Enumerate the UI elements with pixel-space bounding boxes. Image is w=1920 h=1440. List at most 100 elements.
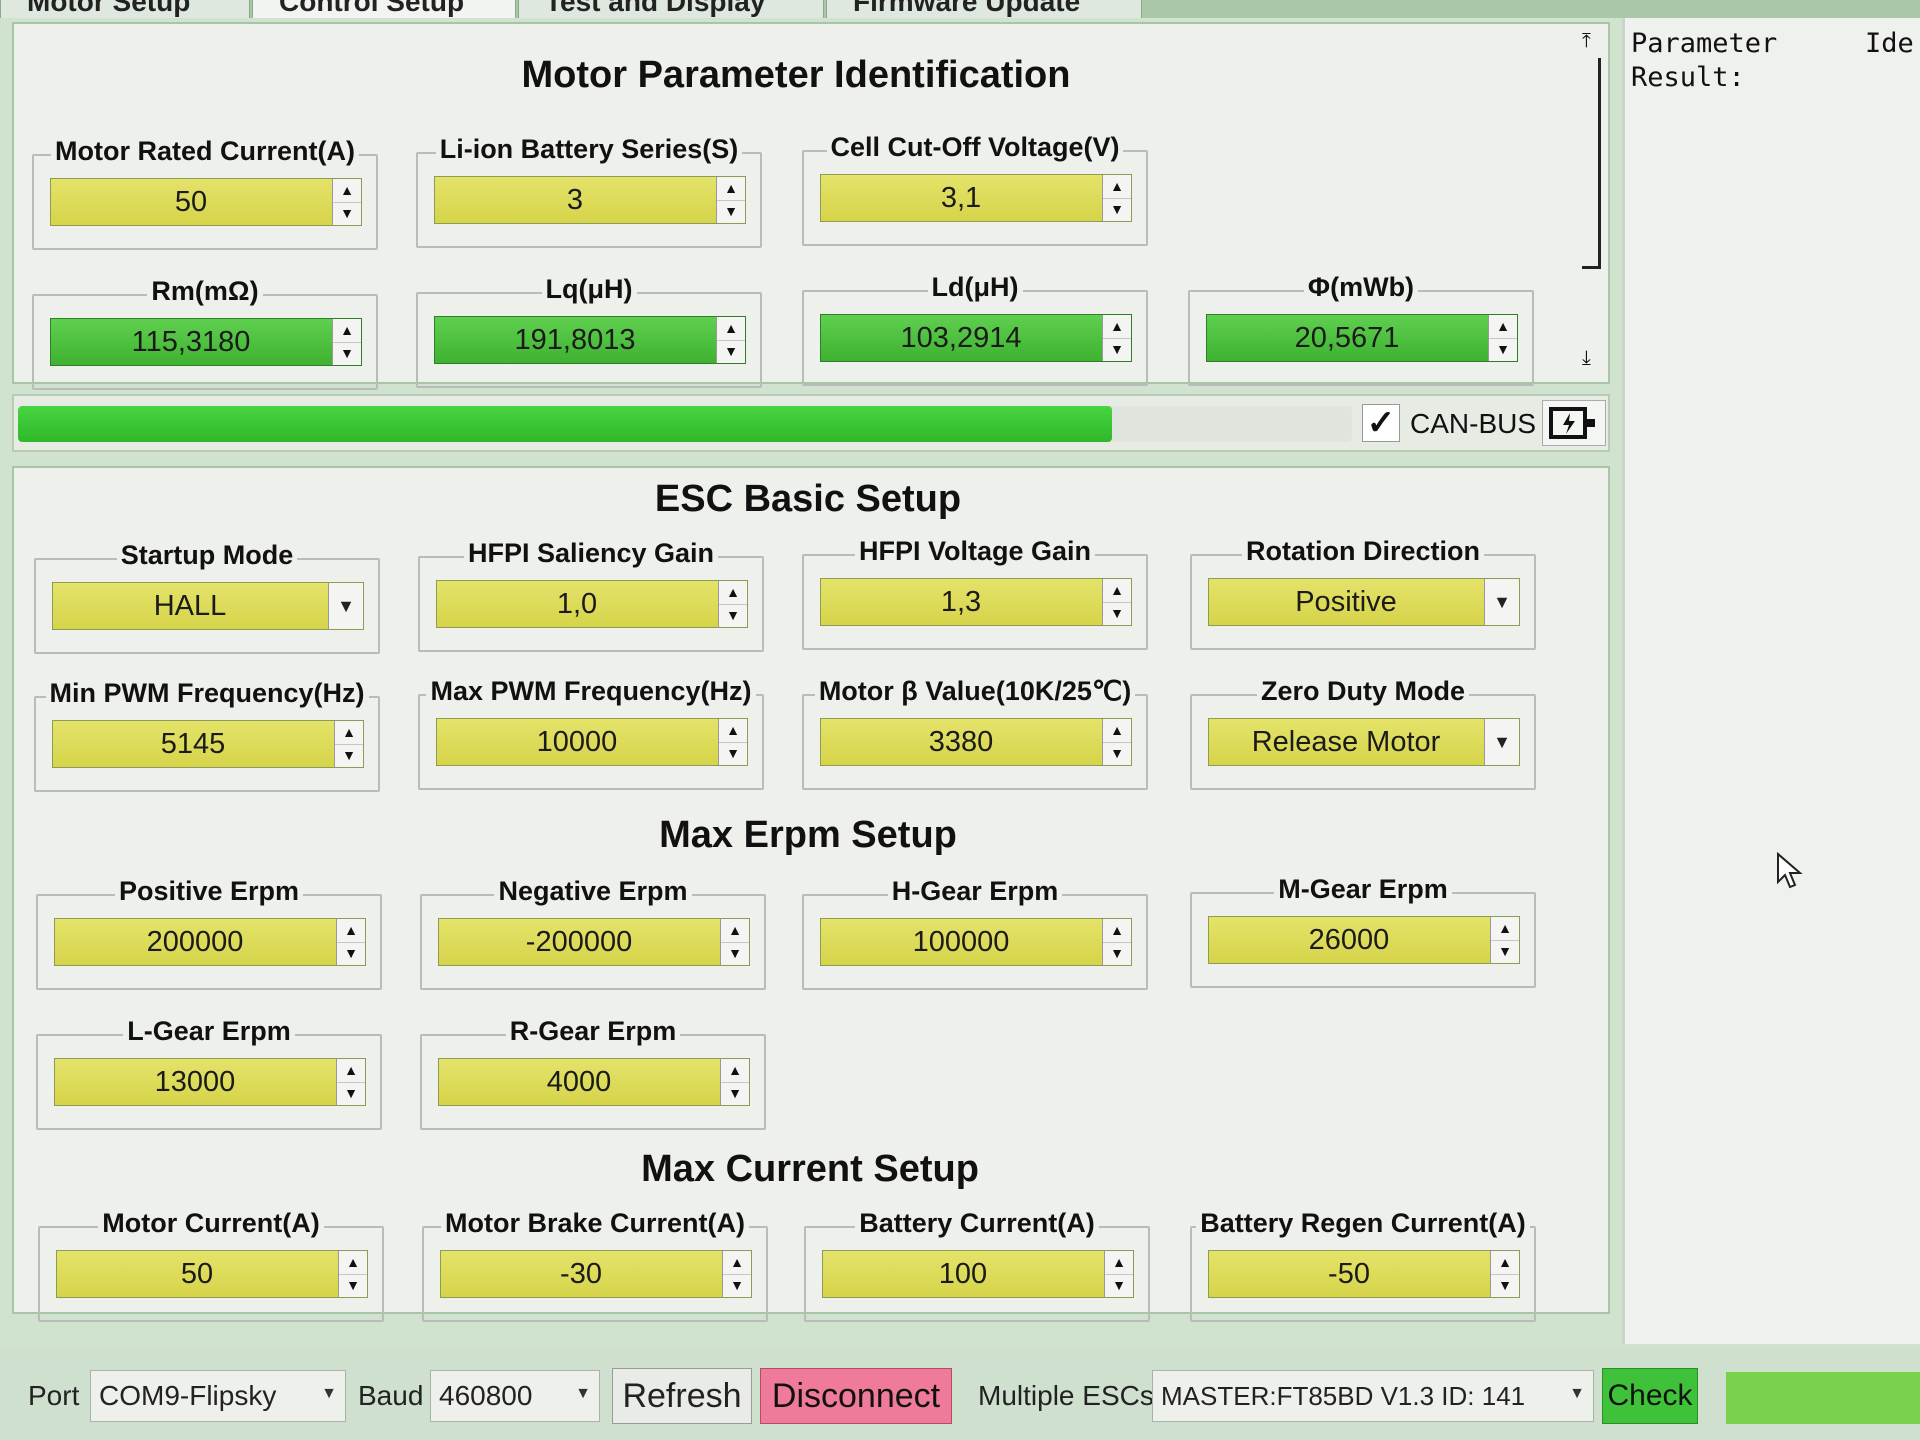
spin-down-icon[interactable]: ▼	[721, 1082, 749, 1105]
spin-buttons[interactable]: ▲ ▼	[336, 1059, 365, 1105]
esc-select[interactable]: MASTER:FT85BD V1.3 ID: 141 ▼	[1152, 1370, 1594, 1422]
spin-buttons[interactable]: ▲ ▼	[1102, 315, 1131, 361]
spin-up-icon[interactable]: ▲	[721, 919, 749, 943]
motor-current-spinbox[interactable]: 50 ▲ ▼	[56, 1250, 368, 1298]
spin-up-icon[interactable]: ▲	[1103, 175, 1131, 199]
spin-buttons[interactable]: ▲ ▼	[1490, 1251, 1519, 1297]
zero-duty-mode-select[interactable]: Release Motor ▼	[1208, 718, 1520, 766]
spin-buttons[interactable]: ▲ ▼	[332, 179, 361, 225]
spin-buttons[interactable]: ▲ ▼	[332, 319, 361, 365]
spin-up-icon[interactable]: ▲	[1105, 1251, 1133, 1275]
spin-up-icon[interactable]: ▲	[337, 919, 365, 943]
battery-series-spinbox[interactable]: 3 ▲ ▼	[434, 176, 746, 224]
spin-up-icon[interactable]: ▲	[719, 719, 747, 743]
spin-down-icon[interactable]: ▼	[1489, 338, 1517, 361]
l-gear-erpm-spinbox[interactable]: 13000 ▲ ▼	[54, 1058, 366, 1106]
spin-down-icon[interactable]: ▼	[337, 942, 365, 965]
spin-buttons[interactable]: ▲ ▼	[338, 1251, 367, 1297]
spin-up-icon[interactable]: ▲	[333, 319, 361, 343]
spin-buttons[interactable]: ▲ ▼	[718, 719, 747, 765]
spin-buttons[interactable]: ▲ ▼	[720, 1059, 749, 1105]
spin-down-icon[interactable]: ▼	[717, 340, 745, 363]
m-gear-erpm-spinbox[interactable]: 26000 ▲ ▼	[1208, 916, 1520, 964]
spin-down-icon[interactable]: ▼	[1103, 742, 1131, 765]
scroll-bottom-icon[interactable]: ⤓	[1582, 347, 1591, 370]
spin-up-icon[interactable]: ▲	[1103, 719, 1131, 743]
motor-rated-current-spinbox[interactable]: 50 ▲ ▼	[50, 178, 362, 226]
spin-buttons[interactable]: ▲ ▼	[334, 721, 363, 767]
check-button[interactable]: Check	[1602, 1368, 1698, 1424]
spin-up-icon[interactable]: ▲	[717, 317, 745, 341]
motor-brake-current-spinbox[interactable]: -30 ▲ ▼	[440, 1250, 752, 1298]
spin-up-icon[interactable]: ▲	[337, 1059, 365, 1083]
spin-buttons[interactable]: ▲ ▼	[716, 317, 745, 363]
port-select[interactable]: COM9-Flipsky ▼	[90, 1370, 346, 1422]
chevron-down-icon[interactable]: ▼	[1569, 1385, 1585, 1403]
spin-up-icon[interactable]: ▲	[1491, 917, 1519, 941]
spin-buttons[interactable]: ▲ ▼	[1490, 917, 1519, 963]
tab-motor-setup[interactable]: Motor Setup	[0, 0, 250, 18]
panel-scrollbar[interactable]: ⤒ ⤓	[1582, 30, 1604, 370]
spin-up-icon[interactable]: ▲	[723, 1251, 751, 1275]
spin-up-icon[interactable]: ▲	[1103, 919, 1131, 943]
tab-firmware-update[interactable]: Firmware Update	[826, 0, 1142, 18]
spin-down-icon[interactable]: ▼	[719, 742, 747, 765]
positive-erpm-spinbox[interactable]: 200000 ▲ ▼	[54, 918, 366, 966]
spin-down-icon[interactable]: ▼	[333, 202, 361, 225]
spin-up-icon[interactable]: ▲	[1103, 579, 1131, 603]
spin-up-icon[interactable]: ▲	[717, 177, 745, 201]
spin-down-icon[interactable]: ▼	[1103, 338, 1131, 361]
h-gear-erpm-spinbox[interactable]: 100000 ▲ ▼	[820, 918, 1132, 966]
rm-spinbox[interactable]: 115,3180 ▲ ▼	[50, 318, 362, 366]
spin-buttons[interactable]: ▲ ▼	[722, 1251, 751, 1297]
spin-down-icon[interactable]: ▼	[1103, 198, 1131, 221]
hfpi-saliency-gain-spinbox[interactable]: 1,0 ▲ ▼	[436, 580, 748, 628]
can-bus-checkbox[interactable]: ✓	[1362, 404, 1400, 442]
startup-mode-select[interactable]: HALL ▼	[52, 582, 364, 630]
spin-up-icon[interactable]: ▲	[1489, 315, 1517, 339]
chevron-down-icon[interactable]: ▼	[1484, 579, 1519, 625]
spin-buttons[interactable]: ▲ ▼	[718, 581, 747, 627]
tab-control-setup[interactable]: Control Setup	[252, 0, 516, 18]
spin-buttons[interactable]: ▲ ▼	[1104, 1251, 1133, 1297]
result-output-pane[interactable]: Parameter Ide Result:	[1622, 18, 1920, 1344]
spin-up-icon[interactable]: ▲	[333, 179, 361, 203]
spin-up-icon[interactable]: ▲	[719, 581, 747, 605]
spin-buttons[interactable]: ▲ ▼	[1102, 719, 1131, 765]
spin-down-icon[interactable]: ▼	[1491, 940, 1519, 963]
lq-spinbox[interactable]: 191,8013 ▲ ▼	[434, 316, 746, 364]
spin-up-icon[interactable]: ▲	[1103, 315, 1131, 339]
tab-test-and-display[interactable]: Test and Display	[518, 0, 824, 18]
spin-buttons[interactable]: ▲ ▼	[716, 177, 745, 223]
r-gear-erpm-spinbox[interactable]: 4000 ▲ ▼	[438, 1058, 750, 1106]
cell-cutoff-voltage-spinbox[interactable]: 3,1 ▲ ▼	[820, 174, 1132, 222]
scroll-top-icon[interactable]: ⤒	[1582, 30, 1591, 53]
chevron-down-icon[interactable]: ▼	[328, 583, 363, 629]
spin-buttons[interactable]: ▲ ▼	[720, 919, 749, 965]
motor-beta-value-spinbox[interactable]: 3380 ▲ ▼	[820, 718, 1132, 766]
chevron-down-icon[interactable]: ▼	[1484, 719, 1519, 765]
spin-down-icon[interactable]: ▼	[721, 942, 749, 965]
battery-charge-icon[interactable]	[1542, 400, 1606, 446]
spin-down-icon[interactable]: ▼	[1105, 1274, 1133, 1297]
disconnect-button[interactable]: Disconnect	[760, 1368, 952, 1424]
chevron-down-icon[interactable]: ▼	[575, 1385, 591, 1403]
spin-down-icon[interactable]: ▼	[1103, 602, 1131, 625]
spin-down-icon[interactable]: ▼	[339, 1274, 367, 1297]
spin-down-icon[interactable]: ▼	[335, 744, 363, 767]
spin-down-icon[interactable]: ▼	[717, 200, 745, 223]
spin-up-icon[interactable]: ▲	[339, 1251, 367, 1275]
spin-buttons[interactable]: ▲ ▼	[1102, 919, 1131, 965]
spin-down-icon[interactable]: ▼	[337, 1082, 365, 1105]
spin-buttons[interactable]: ▲ ▼	[1488, 315, 1517, 361]
spin-up-icon[interactable]: ▲	[721, 1059, 749, 1083]
chevron-down-icon[interactable]: ▼	[321, 1385, 337, 1403]
spin-down-icon[interactable]: ▼	[1103, 942, 1131, 965]
spin-up-icon[interactable]: ▲	[335, 721, 363, 745]
baud-select[interactable]: 460800 ▼	[430, 1370, 600, 1422]
ld-spinbox[interactable]: 103,2914 ▲ ▼	[820, 314, 1132, 362]
max-pwm-frequency-spinbox[interactable]: 10000 ▲ ▼	[436, 718, 748, 766]
spin-down-icon[interactable]: ▼	[333, 342, 361, 365]
hfpi-voltage-gain-spinbox[interactable]: 1,3 ▲ ▼	[820, 578, 1132, 626]
spin-down-icon[interactable]: ▼	[719, 604, 747, 627]
